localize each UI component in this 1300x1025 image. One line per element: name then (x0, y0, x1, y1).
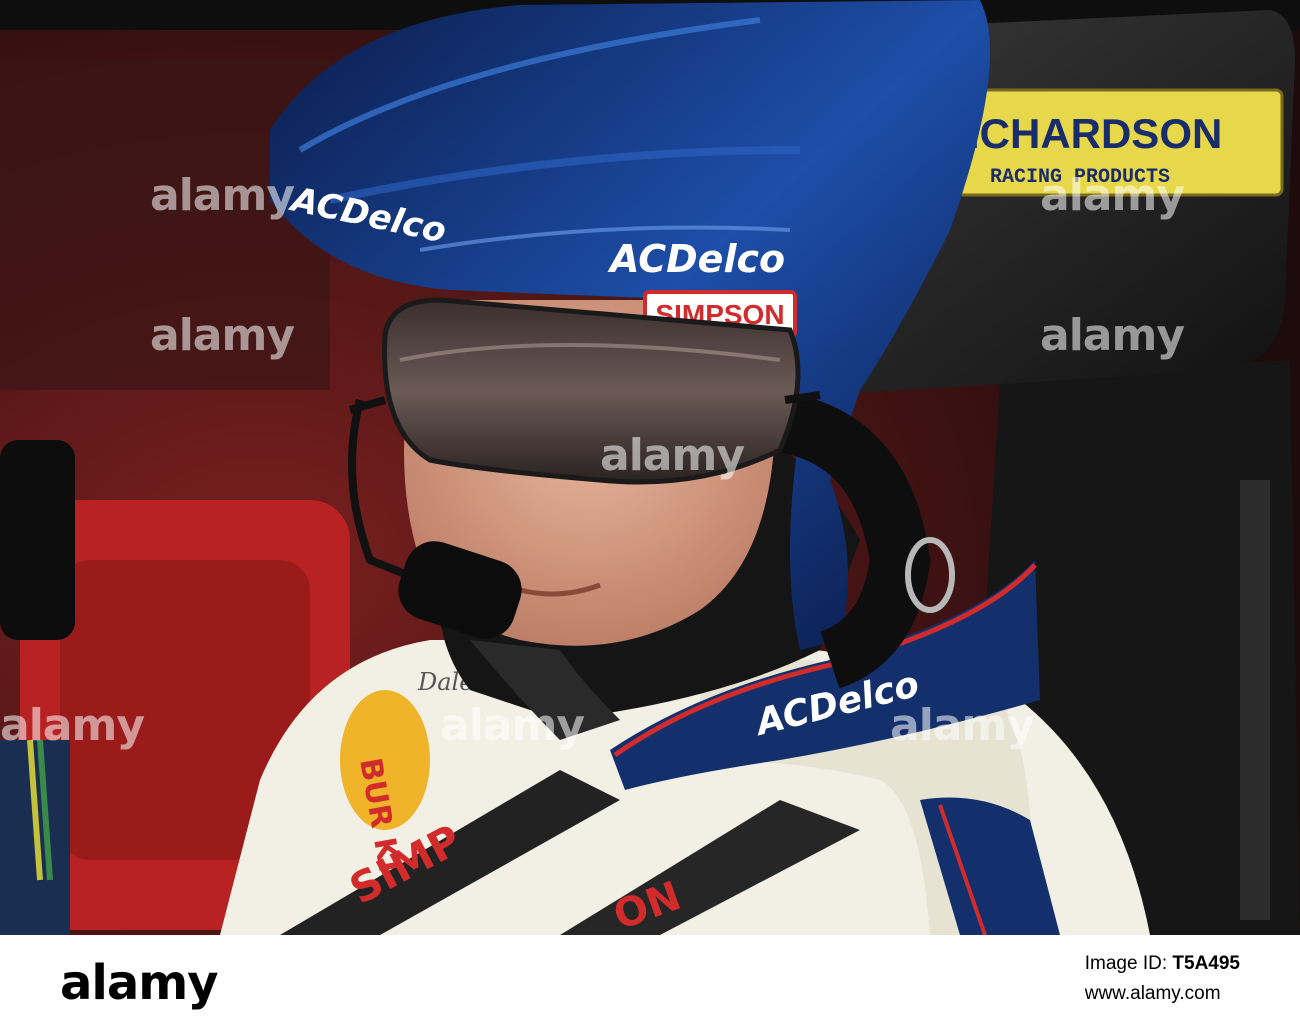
alamy-logo[interactable]: alamy (60, 955, 219, 1011)
watermark: alamy (0, 700, 145, 751)
race-driver-photo: RICHARDSON RACING PRODUCTS ACDelco BUR K… (0, 0, 1300, 935)
watermark: alamy (1040, 170, 1185, 221)
helmet-acdelco-right: ACDelco (607, 237, 785, 281)
watermark: alamy (440, 700, 585, 751)
watermark: alamy (890, 700, 1035, 751)
camera-object (0, 440, 75, 640)
watermark: alamy (150, 310, 295, 361)
image-meta: Image ID: T5A495 www.alamy.com (1085, 949, 1240, 1009)
footer-bar: alamy Image ID: T5A495 www.alamy.com (0, 935, 1300, 1025)
image-id-value: T5A495 (1172, 953, 1240, 974)
image-id-label: Image ID: (1084, 953, 1173, 974)
watermark: alamy (150, 170, 295, 221)
image-id-row: Image ID: T5A495 (1085, 949, 1240, 979)
watermark: alamy (600, 430, 745, 481)
site-url[interactable]: www.alamy.com (1085, 979, 1240, 1009)
watermark: alamy (1040, 310, 1185, 361)
stock-photo-page: RICHARDSON RACING PRODUCTS ACDelco BUR K… (0, 0, 1300, 1025)
